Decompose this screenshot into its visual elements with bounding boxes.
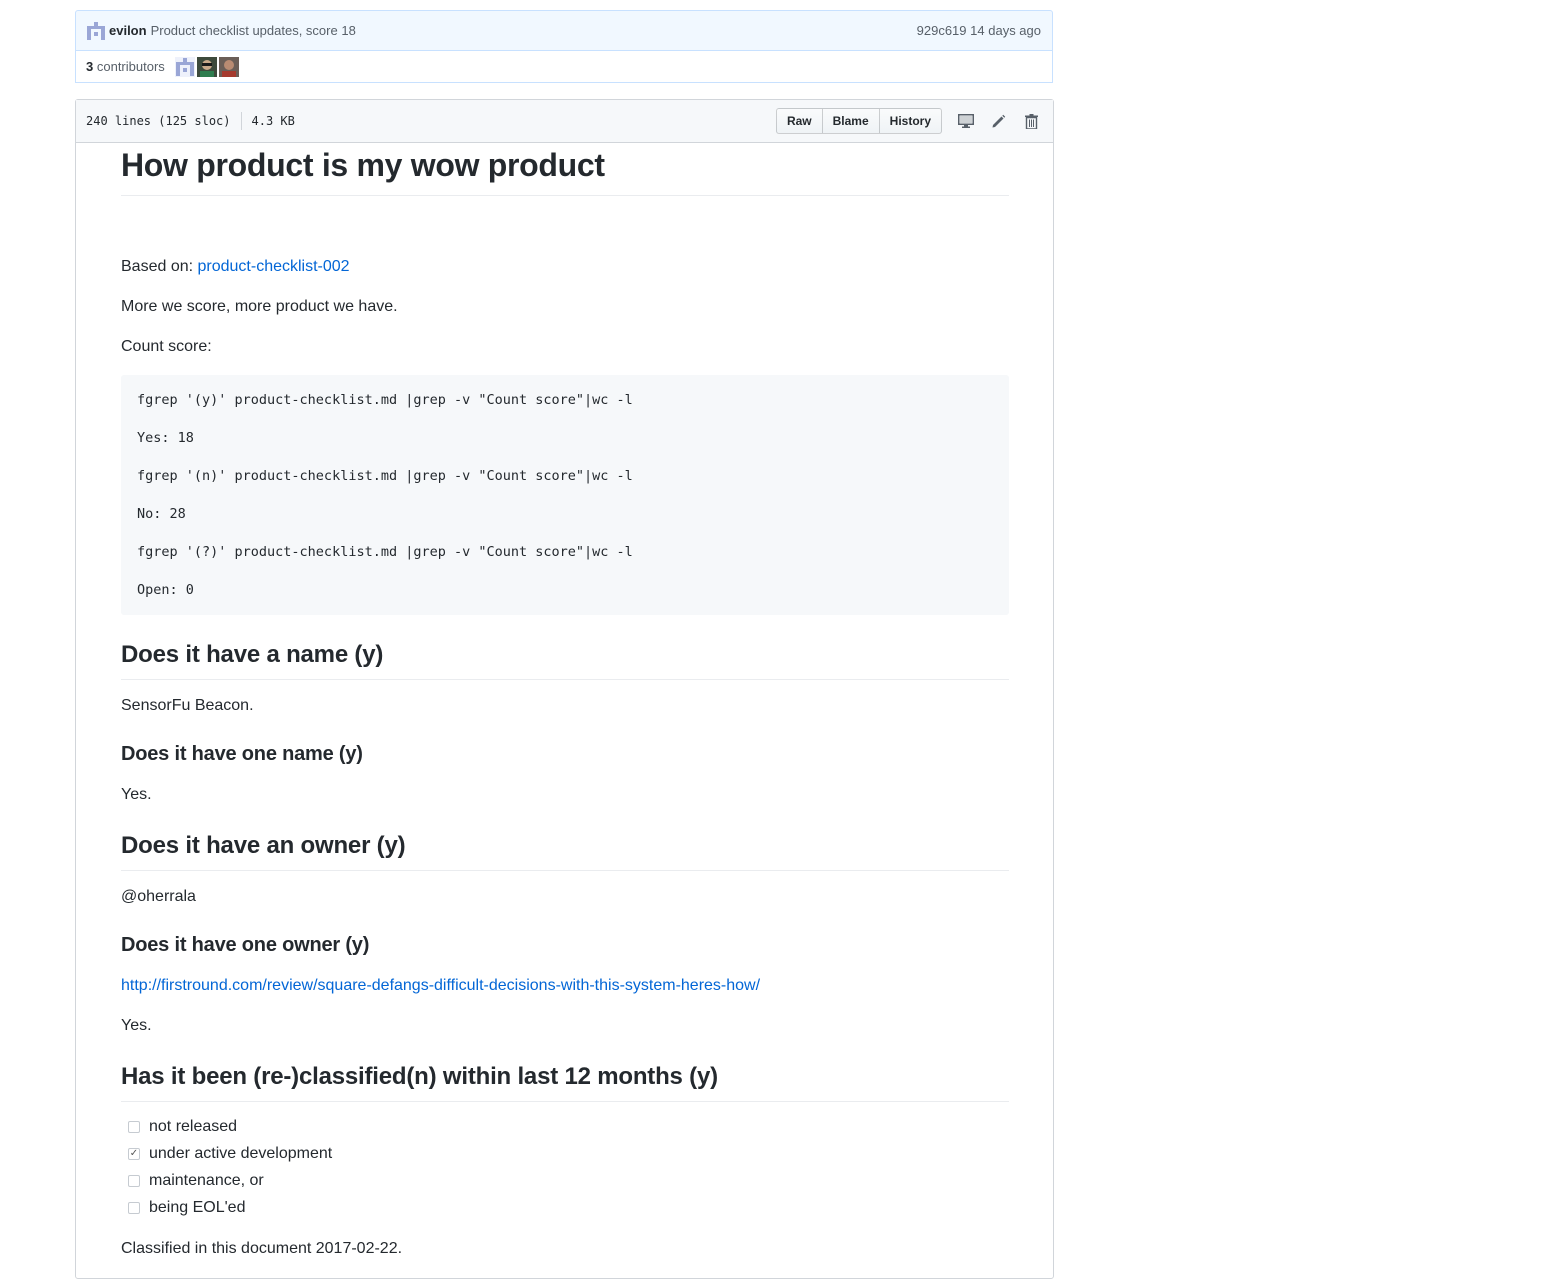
task-label: not released xyxy=(149,1117,238,1135)
task-item: ✓ under active development xyxy=(121,1140,332,1167)
commit-message-link[interactable]: Product checklist updates, score 18 xyxy=(151,23,356,38)
heading-one-owner: Does it have one owner (y) xyxy=(121,934,370,956)
contributor-avatars xyxy=(174,56,239,77)
task-label: under active development xyxy=(149,1144,333,1162)
trash-icon[interactable] xyxy=(1022,112,1041,131)
desktop-icon[interactable] xyxy=(956,112,975,131)
commit-age: 14 days ago xyxy=(970,23,1041,38)
file-lines: 240 lines (125 sloc) xyxy=(86,114,231,128)
task-item: not released xyxy=(121,1113,332,1140)
based-on-label: Based on: xyxy=(121,258,198,275)
intro-paragraph: More we score, more product we have. xyxy=(121,298,398,315)
code-line: No: 28 xyxy=(137,506,186,522)
task-checkbox[interactable] xyxy=(128,1174,140,1187)
contributor-avatar[interactable] xyxy=(218,56,239,77)
file-actions-group: Raw Blame History xyxy=(775,108,942,134)
task-label: being EOL'ed xyxy=(149,1198,246,1216)
one-name-value: Yes. xyxy=(121,786,152,803)
task-checkbox-checked[interactable]: ✓ xyxy=(128,1147,140,1160)
code-line: fgrep '(y)' product-checklist.md |grep -… xyxy=(137,392,633,408)
based-on-paragraph: Based on: product-checklist-002 xyxy=(121,255,350,279)
one-owner-link-paragraph: http://firstround.com/review/square-defa… xyxy=(121,974,760,998)
file-view: 240 lines (125 sloc) 4.3 KB Raw Blame Hi… xyxy=(75,99,1054,1279)
task-item: maintenance, or xyxy=(121,1167,332,1194)
firstround-link[interactable]: http://firstround.com/review/square-defa… xyxy=(121,977,760,994)
blame-button[interactable]: Blame xyxy=(821,108,880,134)
code-line: fgrep '(?)' product-checklist.md |grep -… xyxy=(137,544,633,560)
code-line: Yes: 18 xyxy=(137,430,194,446)
code-line: fgrep '(n)' product-checklist.md |grep -… xyxy=(137,468,633,484)
code-block: fgrep '(y)' product-checklist.md |grep -… xyxy=(121,375,1009,615)
commit-author-link[interactable]: evilon xyxy=(109,23,147,38)
contributors-label: contributors xyxy=(96,59,165,74)
heading-owner: Does it have an owner (y) xyxy=(121,831,1009,871)
contributors-bar: 3 contributors xyxy=(75,51,1053,83)
pencil-icon[interactable] xyxy=(989,112,1008,131)
name-value: SensorFu Beacon. xyxy=(121,697,254,714)
file-info: 240 lines (125 sloc) 4.3 KB xyxy=(86,112,295,130)
count-score-paragraph: Count score: xyxy=(121,338,212,355)
file-tool-icons xyxy=(956,112,1041,131)
task-label: maintenance, or xyxy=(149,1171,264,1189)
document-title: How product is my wow product xyxy=(121,145,1009,196)
contributors-count[interactable]: 3 contributors xyxy=(86,59,165,74)
heading-one-name: Does it have one name (y) xyxy=(121,743,363,765)
task-checkbox[interactable] xyxy=(128,1120,140,1133)
code-line: Open: 0 xyxy=(137,582,194,598)
contributors-number: 3 xyxy=(86,59,94,74)
classified-note: Classified in this document 2017-02-22. xyxy=(121,1240,403,1257)
raw-button[interactable]: Raw xyxy=(775,108,823,134)
latest-commit-bar: evilon Product checklist updates, score … xyxy=(75,10,1053,51)
commit-sha-link[interactable]: 929c619 xyxy=(917,23,967,38)
task-checkbox[interactable] xyxy=(128,1201,140,1214)
history-button[interactable]: History xyxy=(878,108,942,134)
author-avatar[interactable] xyxy=(87,21,105,40)
owner-value: @oherrala xyxy=(121,888,196,905)
based-on-link[interactable]: product-checklist-002 xyxy=(198,258,350,275)
one-owner-value: Yes. xyxy=(121,1017,152,1034)
file-header: 240 lines (125 sloc) 4.3 KB Raw Blame Hi… xyxy=(76,100,1053,143)
heading-classified: Has it been (re-)classified(n) within la… xyxy=(121,1062,1009,1102)
task-list: not released ✓ under active development … xyxy=(121,1113,332,1221)
contributor-avatar[interactable] xyxy=(174,56,195,77)
heading-name: Does it have a name (y) xyxy=(121,640,1009,680)
commit-meta: 929c619 14 days ago xyxy=(917,23,1041,38)
task-item: being EOL'ed xyxy=(121,1194,332,1221)
contributor-avatar[interactable] xyxy=(196,56,217,77)
file-size: 4.3 KB xyxy=(251,114,295,128)
file-info-divider xyxy=(240,112,242,130)
